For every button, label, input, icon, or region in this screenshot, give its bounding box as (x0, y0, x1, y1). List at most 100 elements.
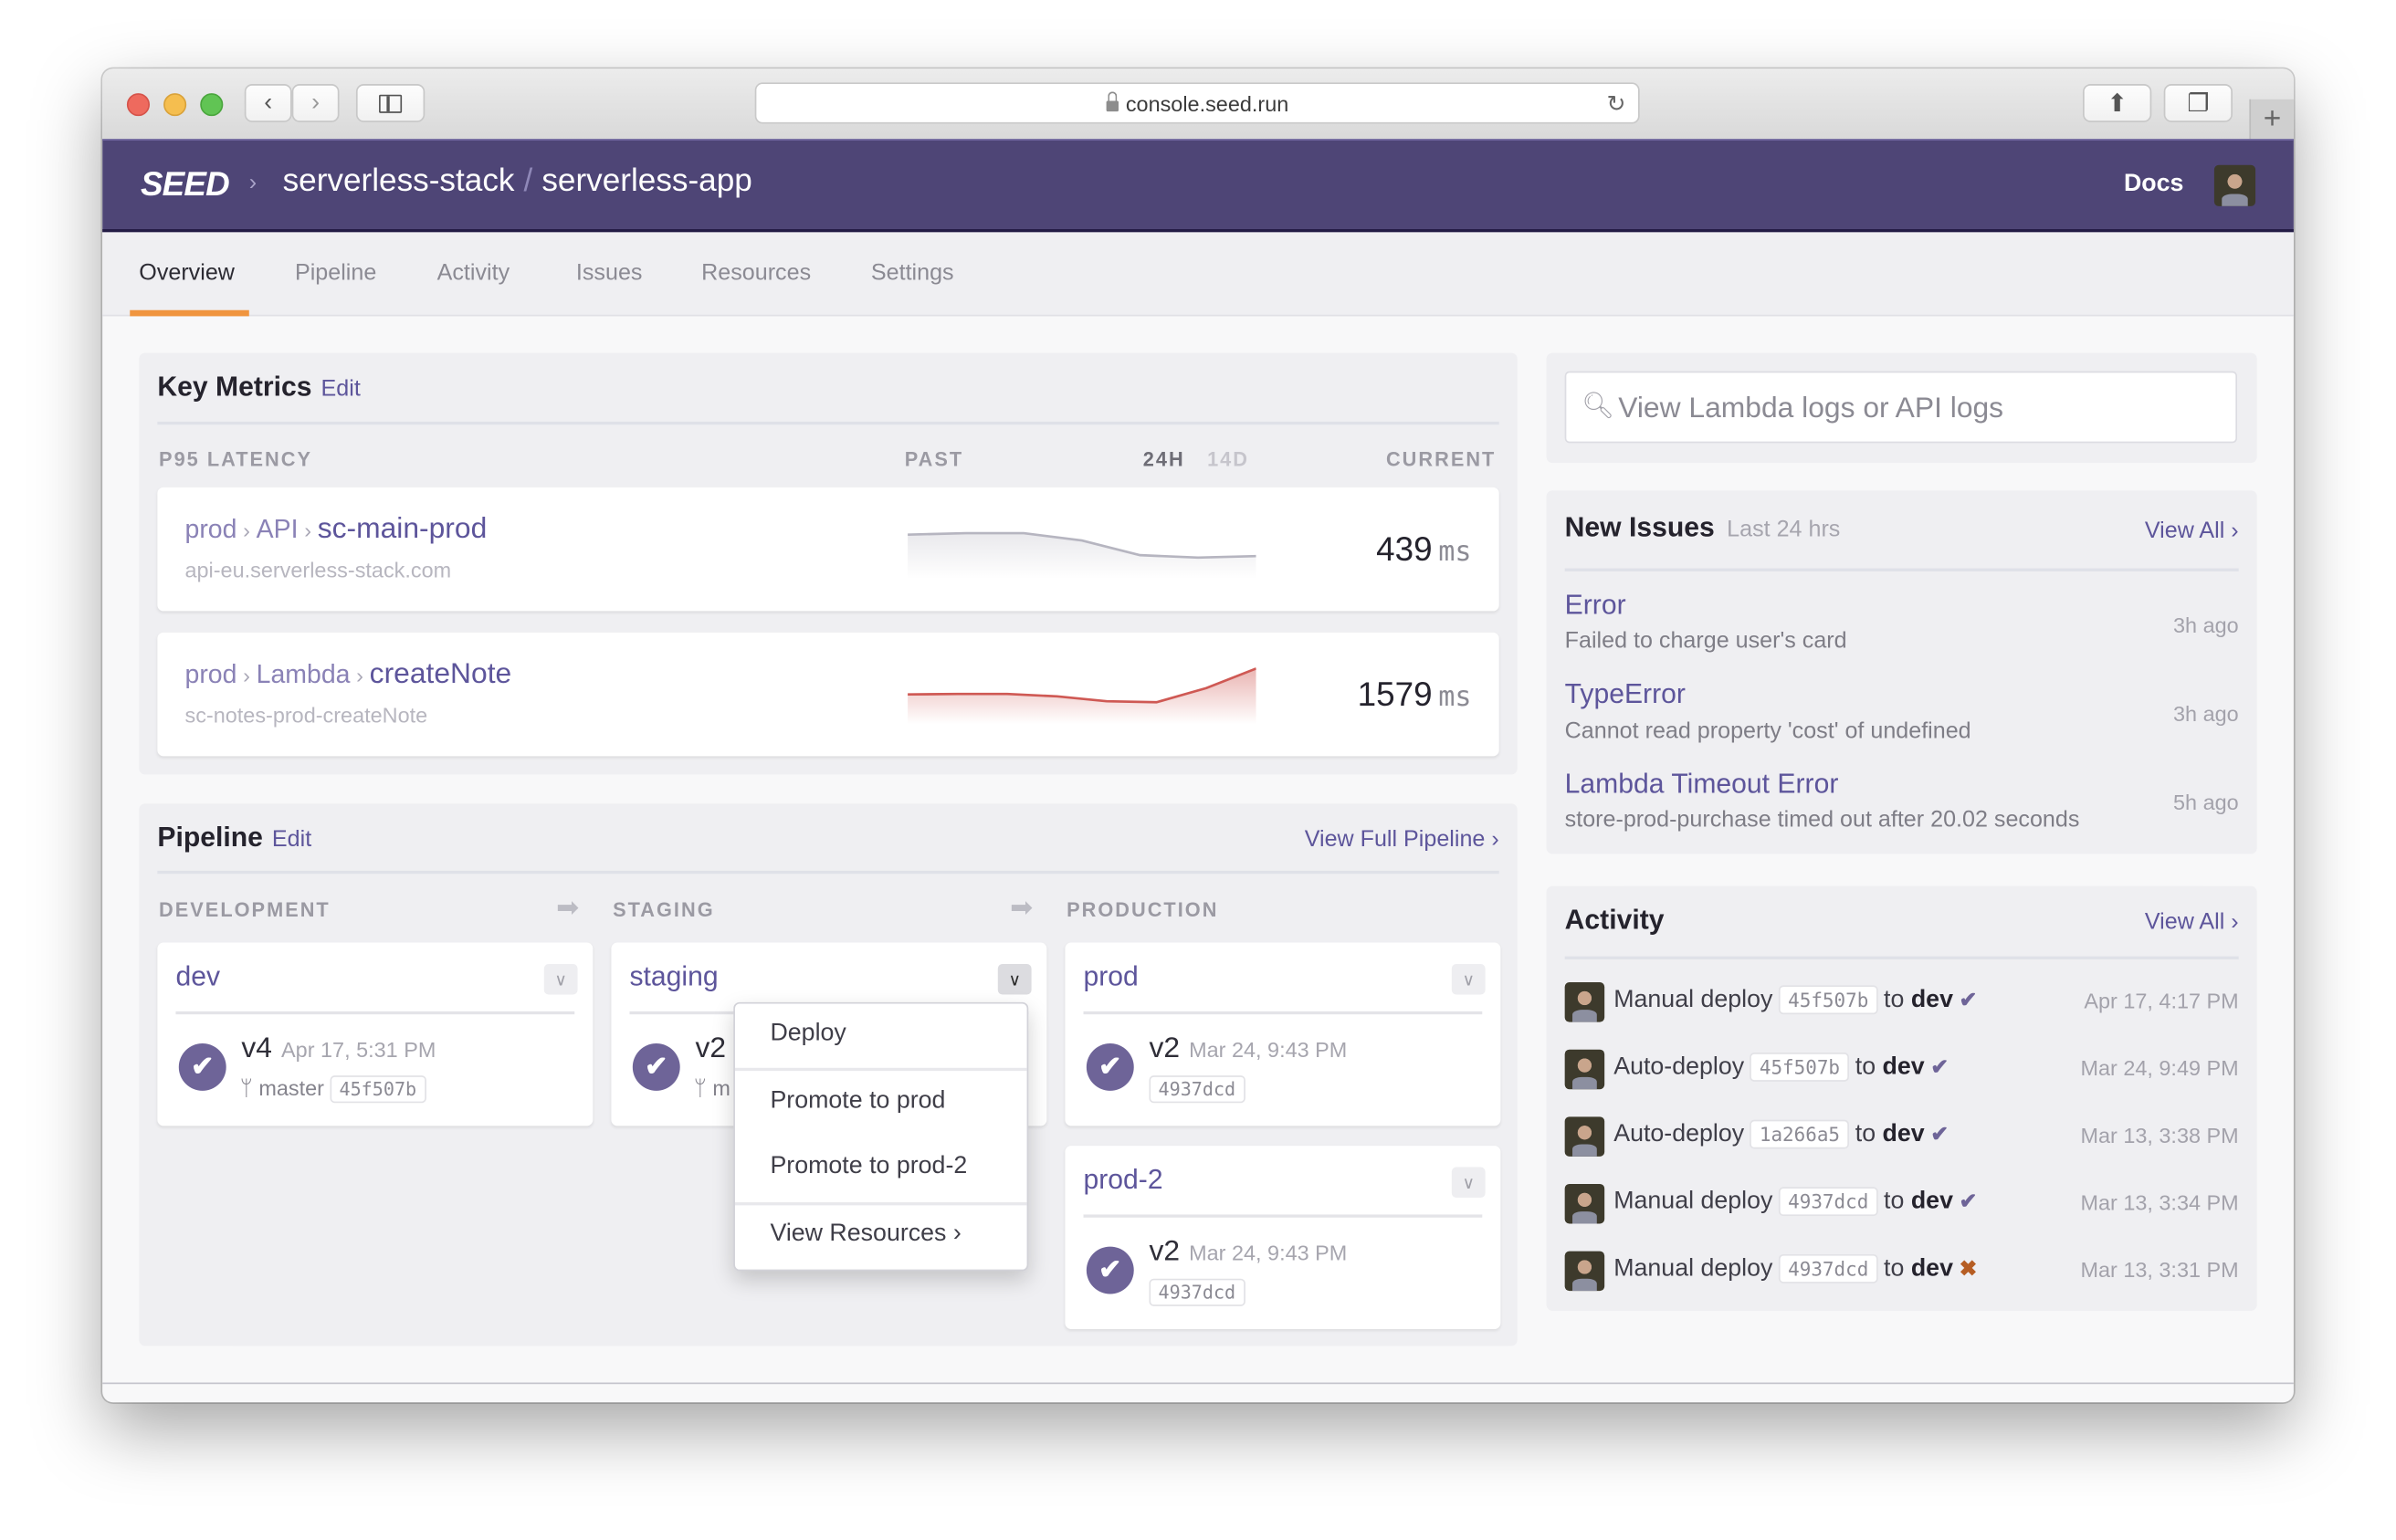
commit-sha[interactable]: 4937dcd (1149, 1278, 1245, 1306)
maximize-window-button[interactable] (200, 93, 224, 117)
new-tab-button[interactable]: + (2249, 99, 2294, 140)
user-avatar (1564, 1116, 1605, 1157)
commit-sha[interactable]: 45f507b (1779, 985, 1878, 1015)
menu-item-promote-prod[interactable]: Promote to prod (770, 1088, 945, 1116)
branch-name: m (712, 1075, 730, 1100)
forward-button[interactable]: › (291, 84, 340, 122)
menu-item-promote-prod-2[interactable]: Promote to prod-2 (770, 1153, 967, 1180)
metric-path: prod › API › sc-main-prod (184, 513, 487, 547)
to-label: to (1884, 1255, 1905, 1283)
build-version[interactable]: v2 Mar 24, 9:43 PM (1149, 1236, 1347, 1270)
activity-stage[interactable]: dev (1911, 1256, 1953, 1282)
build-commit: 4937dcd (1149, 1278, 1245, 1306)
tab-pipeline[interactable]: Pipeline (295, 259, 376, 285)
stage-menu-button[interactable]: ∨ (997, 963, 1032, 995)
pipeline-edit-link[interactable]: Edit (272, 826, 311, 852)
activity-target: to dev (1855, 1121, 1925, 1147)
activity-item[interactable]: Manual deploy 4937dcd to dev ✖ Mar 13, 3:31 … (1564, 1251, 2239, 1292)
chevron-right-icon: › (311, 89, 321, 116)
build-branch: ᛘ master 45f507b (240, 1075, 426, 1104)
activity-action: Auto-deploy (1613, 1121, 1745, 1147)
stage-menu-button[interactable]: ∨ (1451, 963, 1486, 995)
issues-view-all-link[interactable]: View All › (2145, 518, 2239, 543)
log-search-input[interactable] (1614, 372, 2233, 445)
activity-stage[interactable]: dev (1911, 987, 1953, 1012)
activity-item[interactable]: Auto-deploy 45f507b to dev ✔ Mar 24, 9:49 PM (1564, 1049, 2239, 1090)
tab-activity[interactable]: Activity (437, 259, 510, 285)
breadcrumb: serverless-stack / serverless-app (283, 163, 752, 200)
activity-stage[interactable]: dev (1911, 1189, 1953, 1214)
address-bar[interactable]: console.seed.run ↻ (754, 82, 1640, 124)
seed-logo[interactable]: SEED (141, 165, 230, 205)
success-check-icon: ✔ (178, 1043, 226, 1091)
activity-view-all-link[interactable]: View All › (2145, 909, 2239, 935)
tab-issues[interactable]: Issues (576, 259, 643, 285)
commit-sha[interactable]: 4937dcd (1149, 1075, 1245, 1104)
issue-title[interactable]: Lambda Timeout Error (1565, 769, 1839, 801)
issue-description: Failed to charge user's card (1564, 627, 1847, 655)
stage-name[interactable]: prod-2 (1084, 1164, 1163, 1196)
activity-action: Manual deploy (1613, 987, 1773, 1013)
tab-overview[interactable]: Overview (139, 259, 235, 285)
view-full-pipeline-link[interactable]: View Full Pipeline › (1305, 826, 1499, 852)
share-button[interactable]: ⬆ (2082, 84, 2152, 122)
tab-settings[interactable]: Settings (871, 259, 954, 285)
commit-sha[interactable]: 1a266a5 (1750, 1119, 1850, 1149)
stage-card-prod[interactable]: prod ∨ ✔ v2 Mar 24, 9:43 PM 4937dcd (1065, 942, 1501, 1126)
metric-row[interactable]: prod › API › sc-main-prod api-eu.serverless-… (157, 487, 1499, 612)
to-label: to (1855, 1121, 1876, 1147)
commit-sha[interactable]: 45f507b (330, 1075, 426, 1104)
log-search-box[interactable]: 🔍︎ (1564, 371, 2238, 445)
tab-resources[interactable]: Resources (701, 259, 811, 285)
activity-item[interactable]: Manual deploy 4937dcd to dev ✔ Mar 13, 3:34 … (1564, 1183, 2239, 1224)
tabs-overview-button[interactable]: ❐ (2163, 84, 2233, 122)
activity-action: Manual deploy (1613, 1188, 1773, 1215)
metric-type: API (256, 514, 299, 544)
metric-name[interactable]: sc-main-prod (318, 513, 488, 545)
activity-stage[interactable]: dev (1883, 1121, 1925, 1147)
metric-name[interactable]: createNote (370, 658, 512, 690)
stage-menu-button[interactable]: ∨ (543, 963, 578, 995)
breadcrumb-app[interactable]: serverless-app (541, 163, 751, 198)
stage-actions-menu: Deploy Promote to prod Promote to prod-2… (733, 1001, 1029, 1272)
commit-sha[interactable]: 45f507b (1750, 1053, 1850, 1082)
commit-sha[interactable]: 4937dcd (1779, 1187, 1878, 1217)
range-14d-toggle[interactable]: 14D (1207, 447, 1249, 470)
docs-link[interactable]: Docs (2124, 171, 2183, 198)
build-version[interactable]: v2 (695, 1032, 726, 1066)
menu-item-view-resources[interactable]: View Resources › (770, 1220, 961, 1248)
arrow-right-icon: ➡ (1010, 892, 1034, 923)
reload-icon[interactable]: ↻ (1607, 90, 1626, 117)
back-button[interactable]: ‹ (244, 84, 292, 122)
activity-item[interactable]: Auto-deploy 1a266a5 to dev ✔ Mar 13, 3:38 PM (1564, 1116, 2239, 1157)
sidebar-toggle-button[interactable] (355, 84, 426, 122)
key-metrics-edit-link[interactable]: Edit (321, 376, 361, 402)
activity-item[interactable]: Manual deploy 45f507b to dev ✔ Apr 17, 4:17 … (1564, 982, 2239, 1022)
stage-card-dev[interactable]: dev ∨ ✔ v4 Apr 17, 5:31 PM ᛘ master 45f50… (157, 942, 594, 1126)
activity-action: Manual deploy (1613, 1255, 1773, 1283)
stage-name[interactable]: dev (175, 961, 220, 993)
menu-item-deploy[interactable]: Deploy (770, 1021, 846, 1048)
metric-endpoint: api-eu.serverless-stack.com (184, 557, 452, 582)
chevron-right-icon: › (356, 663, 363, 688)
breadcrumb-org[interactable]: serverless-stack (283, 163, 515, 198)
activity-panel: Activity View All › Manual deploy 45f507b… (1546, 885, 2257, 1311)
commit-sha[interactable]: 4937dcd (1779, 1253, 1878, 1283)
stage-name[interactable]: prod (1084, 961, 1139, 993)
close-window-button[interactable] (126, 93, 151, 117)
minimize-window-button[interactable] (163, 93, 187, 117)
stage-name[interactable]: staging (629, 961, 718, 993)
stage-menu-button[interactable]: ∨ (1451, 1167, 1486, 1199)
col-header-past: PAST (904, 447, 964, 471)
issue-title[interactable]: TypeError (1565, 678, 1686, 710)
version-label: v4 (241, 1032, 273, 1065)
activity-stage[interactable]: dev (1883, 1054, 1925, 1080)
metric-row[interactable]: prod › Lambda › createNote sc-notes-prod-cre… (157, 632, 1499, 757)
stage-card-prod-2[interactable]: prod-2 ∨ ✔ v2 Mar 24, 9:43 PM 4937dcd (1065, 1146, 1501, 1329)
range-24h-toggle[interactable]: 24H (1143, 447, 1185, 470)
pipeline-title: Pipeline Edit (157, 822, 311, 854)
build-version[interactable]: v4 Apr 17, 5:31 PM (241, 1032, 436, 1066)
user-avatar[interactable] (2213, 164, 2256, 206)
issue-title[interactable]: Error (1565, 590, 1626, 622)
build-version[interactable]: v2 Mar 24, 9:43 PM (1149, 1032, 1347, 1066)
